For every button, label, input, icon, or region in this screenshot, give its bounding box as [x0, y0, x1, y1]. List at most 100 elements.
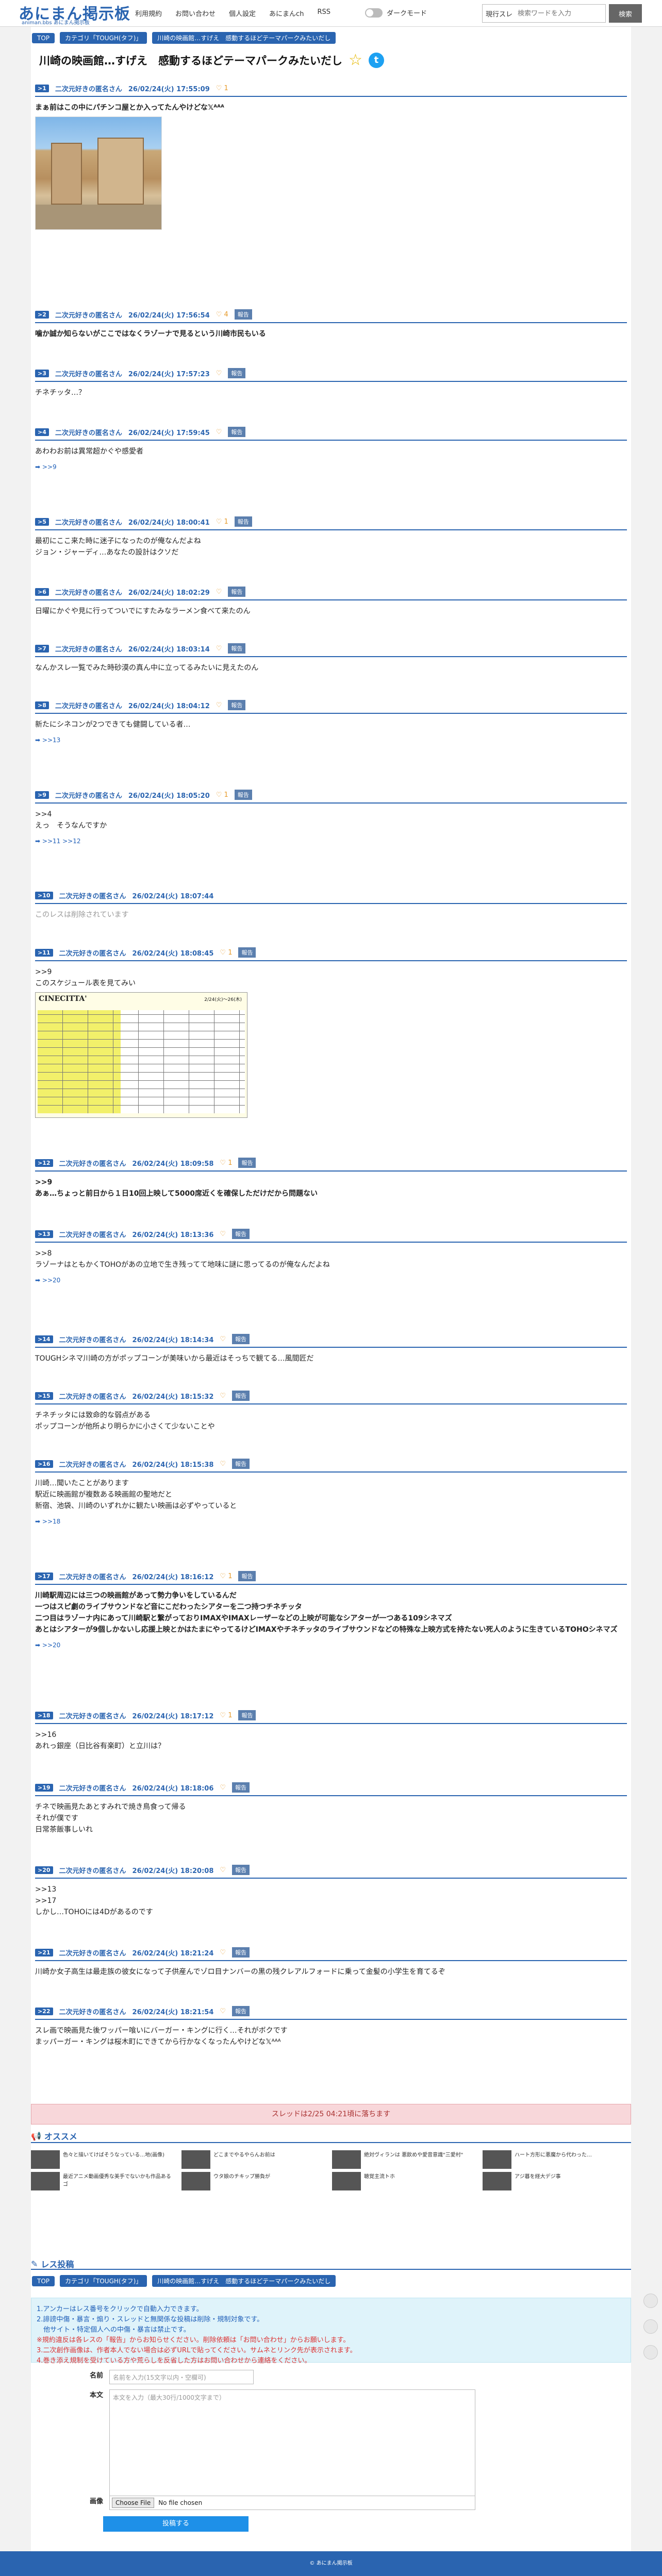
like-heart-icon[interactable]: ♡ 1: [216, 791, 228, 799]
search-mode-select[interactable]: 現行スレ: [486, 9, 512, 19]
nav-contact[interactable]: お問い合わせ: [175, 8, 216, 18]
post-number[interactable]: >1: [35, 85, 49, 92]
report-button[interactable]: 報告: [228, 427, 246, 437]
like-heart-icon[interactable]: ♡: [216, 370, 222, 377]
post-number[interactable]: >18: [35, 1711, 53, 1719]
report-button[interactable]: 報告: [232, 1865, 250, 1875]
post-number[interactable]: >5: [35, 517, 49, 526]
report-button[interactable]: 報告: [234, 309, 252, 320]
post-image-city[interactable]: [35, 116, 162, 230]
recommend-item[interactable]: ハート方形に悪魔から代わった…: [483, 2150, 627, 2171]
like-heart-icon[interactable]: ♡ 1: [220, 949, 232, 957]
body-textarea[interactable]: 本文を入力（最大30行/1000文字まで）: [109, 2389, 475, 2503]
recommend-item[interactable]: どこまでやるやらんお前は: [181, 2150, 326, 2171]
reply-link[interactable]: ➡ >>13: [35, 737, 627, 744]
like-heart-icon[interactable]: ♡: [216, 645, 222, 653]
report-button[interactable]: 報告: [238, 1158, 256, 1168]
nav-settings[interactable]: 個人設定: [229, 8, 256, 18]
report-button[interactable]: 報告: [232, 2006, 250, 2016]
report-button[interactable]: 報告: [232, 1947, 250, 1958]
breadcrumb-category[interactable]: カテゴリ「TOUGH(タフ)」: [60, 32, 147, 44]
scroll-bottom-icon[interactable]: [643, 2345, 658, 2360]
report-button[interactable]: 報告: [232, 1334, 250, 1344]
breadcrumb-top[interactable]: TOP: [32, 2276, 55, 2286]
post-number[interactable]: >2: [35, 310, 49, 319]
breadcrumb-top[interactable]: TOP: [32, 32, 55, 43]
report-button[interactable]: 報告: [232, 1229, 250, 1239]
nav-animan-ch[interactable]: あにまんch: [269, 8, 304, 18]
post-number[interactable]: >14: [35, 1335, 53, 1343]
breadcrumb-category[interactable]: カテゴリ「TOUGH(タフ)」: [60, 2275, 147, 2287]
like-heart-icon[interactable]: ♡: [220, 1460, 226, 1468]
report-button[interactable]: 報告: [228, 587, 246, 597]
scroll-top-icon[interactable]: [643, 2294, 658, 2308]
like-heart-icon[interactable]: ♡ 1: [220, 1712, 232, 1719]
report-button[interactable]: 報告: [228, 368, 246, 378]
like-heart-icon[interactable]: ♡: [216, 701, 222, 709]
post-number[interactable]: >3: [35, 369, 49, 377]
report-button[interactable]: 報告: [234, 790, 252, 800]
like-heart-icon[interactable]: ♡: [220, 1949, 226, 1956]
like-heart-icon[interactable]: ♡: [220, 2008, 226, 2015]
recommend-item[interactable]: 最近アニメ動画優秀な美手でないかも作品あるゴ: [31, 2172, 175, 2193]
like-heart-icon[interactable]: ♡: [216, 428, 222, 436]
recommend-item[interactable]: アジ暮を経大デジ事: [483, 2172, 627, 2193]
nav-terms[interactable]: 利用規約: [135, 8, 162, 18]
post-number[interactable]: >9: [35, 791, 49, 799]
post-number[interactable]: >6: [35, 588, 49, 596]
submit-button[interactable]: 投稿する: [103, 2516, 249, 2532]
like-heart-icon[interactable]: ♡ 1: [220, 1159, 232, 1167]
reply-link[interactable]: ➡ >>18: [35, 1518, 627, 1525]
post-image-schedule[interactable]: CINECITTA' 2/24(火)〜26(木): [35, 992, 247, 1118]
breadcrumb-thread[interactable]: 川崎の映画館…すげえ 感動するほどテーマパークみたいだし: [152, 32, 336, 44]
like-heart-icon[interactable]: ♡: [216, 588, 222, 596]
post-number[interactable]: >15: [35, 1392, 53, 1400]
reply-link[interactable]: ➡ >>9: [35, 463, 627, 471]
search-button[interactable]: 検索: [609, 4, 642, 23]
post-number[interactable]: >17: [35, 1572, 53, 1580]
like-heart-icon[interactable]: ♡ 1: [216, 85, 228, 92]
like-heart-icon[interactable]: ♡ 1: [216, 518, 228, 526]
reply-link[interactable]: ➡ >>20: [35, 1277, 627, 1284]
toggle-switch[interactable]: [365, 8, 383, 18]
post-number[interactable]: >12: [35, 1159, 53, 1167]
report-button[interactable]: 報告: [232, 1391, 250, 1401]
like-heart-icon[interactable]: ♡: [220, 1866, 226, 1874]
report-button[interactable]: 報告: [228, 700, 246, 710]
name-field[interactable]: 名前を入力(15文字以内・空欄可): [109, 2370, 254, 2384]
post-number[interactable]: >21: [35, 1948, 53, 1956]
reply-shortcut-icon[interactable]: [643, 2319, 658, 2334]
nav-rss[interactable]: RSS: [317, 8, 330, 18]
twitter-share-icon[interactable]: t: [368, 53, 384, 68]
report-button[interactable]: 報告: [232, 1782, 250, 1793]
search-input[interactable]: [517, 9, 594, 18]
like-heart-icon[interactable]: ♡ 1: [220, 1573, 232, 1580]
breadcrumb-thread[interactable]: 川崎の映画館…すげえ 感動するほどテーマパークみたいだし: [152, 2275, 336, 2287]
reply-link[interactable]: ➡ >>20: [35, 1642, 627, 1649]
recommend-item[interactable]: 聴覚主流トホ: [332, 2172, 476, 2193]
report-button[interactable]: 報告: [228, 643, 246, 654]
post-number[interactable]: >20: [35, 1866, 53, 1874]
like-heart-icon[interactable]: ♡: [220, 1392, 226, 1400]
report-button[interactable]: 報告: [238, 1571, 256, 1581]
post-number[interactable]: >16: [35, 1460, 53, 1468]
file-input[interactable]: Choose File No file chosen: [109, 2496, 475, 2510]
recommend-item[interactable]: 絶対ヴィランは 悪飲めや愛音意識"三愛村": [332, 2150, 476, 2171]
like-heart-icon[interactable]: ♡: [220, 1335, 226, 1343]
report-button[interactable]: 報告: [238, 1710, 256, 1720]
choose-file-button[interactable]: Choose File: [112, 2498, 155, 2508]
post-number[interactable]: >13: [35, 1230, 53, 1238]
like-heart-icon[interactable]: ♡: [220, 1230, 226, 1238]
recommend-item[interactable]: ウタ娘のチキップ勝負が: [181, 2172, 326, 2193]
dark-mode-toggle[interactable]: ダークモード: [365, 8, 427, 18]
post-number[interactable]: >19: [35, 1783, 53, 1792]
report-button[interactable]: 報告: [232, 1459, 250, 1469]
like-heart-icon[interactable]: ♡: [220, 1784, 226, 1792]
like-heart-icon[interactable]: ♡ 4: [216, 311, 228, 319]
post-number[interactable]: >4: [35, 428, 49, 436]
report-button[interactable]: 報告: [234, 516, 252, 527]
reply-link[interactable]: ➡ >>11 >>12: [35, 838, 627, 845]
post-number[interactable]: >11: [35, 948, 53, 957]
favorite-star-icon[interactable]: ☆: [349, 53, 362, 68]
post-number[interactable]: >22: [35, 2007, 53, 2015]
